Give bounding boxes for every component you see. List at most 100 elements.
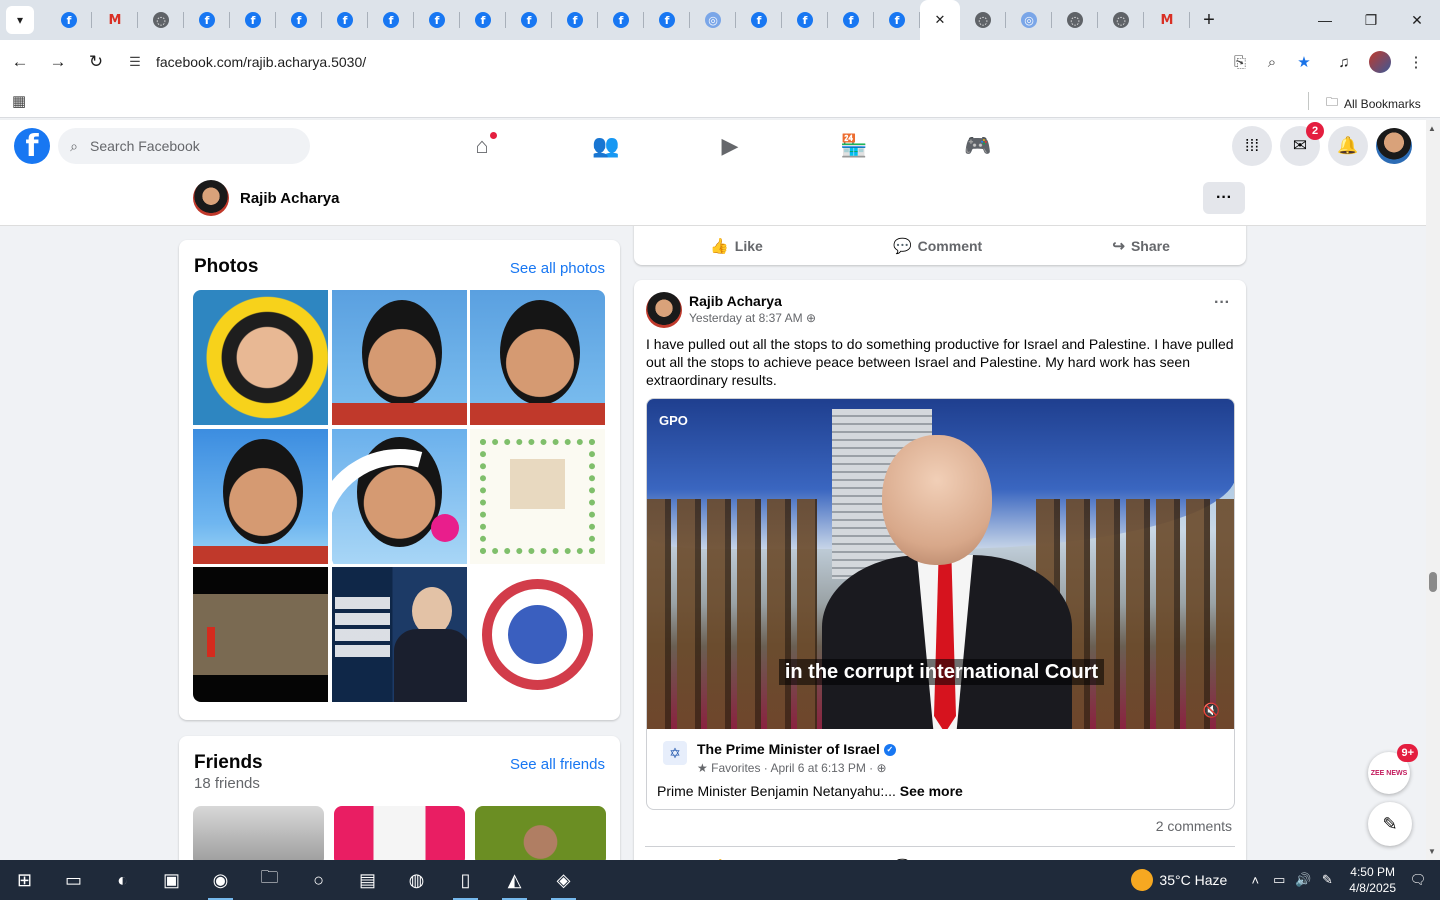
weather-widget[interactable]: 35°C Haze [1131, 869, 1227, 891]
new-message-button[interactable]: ✎ [1368, 802, 1412, 846]
menu-grid-button[interactable]: ⁞⁞⁞ [1232, 126, 1272, 166]
marketplace-icon[interactable]: 🏪 [792, 120, 916, 172]
chrome-icon[interactable]: ◍ [392, 860, 441, 900]
scroll-thumb[interactable] [1429, 572, 1437, 592]
photo-thumbnail[interactable] [470, 429, 605, 564]
address-bar[interactable]: ☰ facebook.com/rajib.acharya.5030/ ⎘ ⌕ ★ [120, 46, 1320, 78]
photo-thumbnail[interactable] [193, 290, 328, 425]
close-window-button[interactable]: ✕ [1394, 0, 1440, 40]
photo-thumbnail[interactable] [193, 429, 328, 564]
notifications-button[interactable]: 🔔 [1328, 126, 1368, 166]
friend-thumbnail[interactable] [475, 806, 606, 860]
post-author-avatar[interactable] [646, 292, 682, 328]
friend-thumbnail[interactable] [334, 806, 465, 860]
browser-tab[interactable]: f [598, 0, 644, 40]
pen-icon[interactable]: ✎ [1315, 872, 1339, 888]
browser-tab[interactable]: M [1144, 0, 1190, 40]
search-box[interactable]: ⌕ Search Facebook [58, 128, 310, 164]
comments-count[interactable]: 2 comments [1156, 818, 1232, 834]
browser-tab[interactable]: ◌ [138, 0, 184, 40]
browser-tab[interactable]: f [782, 0, 828, 40]
maximize-button[interactable]: ❐ [1348, 0, 1394, 40]
browser-tab[interactable]: f [230, 0, 276, 40]
browser-tab[interactable]: f [414, 0, 460, 40]
source-page-logo[interactable]: ✡ [663, 741, 687, 765]
video-player[interactable]: GPO in the corrupt international Court 🔇 [647, 399, 1234, 729]
url-text[interactable]: facebook.com/rajib.acharya.5030/ [156, 54, 366, 70]
friends-icon[interactable]: 👥 [544, 120, 668, 172]
like-button[interactable]: 👍 Like [710, 237, 763, 255]
comment-button[interactable]: 💬 Comment [893, 237, 982, 255]
notifications-icon[interactable]: 🗨 [1406, 872, 1430, 888]
browser-tab[interactable]: f [552, 0, 598, 40]
copilot-icon[interactable]: ◐ [98, 860, 147, 900]
browser-tab[interactable]: ◌ [1098, 0, 1144, 40]
firefox-icon[interactable]: ◉ [196, 860, 245, 900]
photo-thumbnail[interactable] [193, 567, 328, 702]
browser-tab[interactable]: ◎ [1006, 0, 1052, 40]
store-icon[interactable]: ▤ [343, 860, 392, 900]
see-more-link[interactable]: See more [900, 783, 963, 799]
post-timestamp[interactable]: Yesterday at 8:37 AM ⊕ [689, 311, 816, 325]
profile-name[interactable]: Rajib Acharya [240, 190, 340, 207]
browser-tab[interactable]: f [874, 0, 920, 40]
facebook-logo[interactable]: f [14, 128, 50, 164]
media-control-icon[interactable]: ♫ [1326, 44, 1362, 80]
browser-tab[interactable]: f [506, 0, 552, 40]
friend-thumbnail[interactable] [193, 806, 324, 860]
browser-tab[interactable]: f [276, 0, 322, 40]
source-page-name[interactable]: The Prime Minister of Israel ✓ [697, 741, 896, 757]
browser-tab[interactable]: M [92, 0, 138, 40]
gaming-icon[interactable]: 🎮 [916, 120, 1040, 172]
file-explorer-icon[interactable]: 🗀 [245, 860, 294, 900]
menu-icon[interactable]: ⋮ [1398, 44, 1434, 80]
browser-tab[interactable]: f [460, 0, 506, 40]
shared-post[interactable]: GPO in the corrupt international Court 🔇… [646, 398, 1235, 810]
app-running-icon[interactable]: ◈ [539, 860, 588, 900]
profile-more-button[interactable]: ··· [1203, 182, 1245, 214]
tab-search-button[interactable]: ▾ [6, 6, 34, 34]
forward-button[interactable]: → [40, 44, 76, 80]
site-info-icon[interactable]: ☰ [120, 54, 150, 70]
profile-avatar[interactable] [193, 180, 229, 216]
browser-tab[interactable]: ◌ [1052, 0, 1098, 40]
browser-tab[interactable]: f [46, 0, 92, 40]
photo-thumbnail[interactable] [470, 290, 605, 425]
browser-tab[interactable]: f [736, 0, 782, 40]
scroll-down-icon[interactable]: ▼ [1428, 847, 1436, 856]
volume-icon[interactable]: 🔊 [1291, 872, 1315, 888]
profile-button[interactable] [1362, 44, 1398, 80]
page-scrollbar[interactable]: ▲ ▼ [1426, 120, 1440, 860]
reload-button[interactable]: ↻ [78, 44, 114, 80]
browser-tab[interactable]: f [368, 0, 414, 40]
video-icon[interactable]: ▶ [668, 120, 792, 172]
photo-thumbnail[interactable] [332, 429, 467, 564]
messenger-button[interactable]: ✉ 2 [1280, 122, 1324, 166]
post-author-name[interactable]: Rajib Acharya [689, 293, 782, 309]
browser-tab[interactable]: ◎ [690, 0, 736, 40]
bookmark-star-icon[interactable]: ★ [1288, 53, 1320, 71]
photos-app-icon[interactable]: ◭ [490, 860, 539, 900]
task-view-icon[interactable]: ▭ [49, 860, 98, 900]
new-tab-button[interactable]: + [1194, 5, 1224, 35]
browser-tab[interactable]: f [184, 0, 230, 40]
browser-tab[interactable]: f [828, 0, 874, 40]
photo-thumbnail[interactable] [332, 567, 467, 702]
minimize-button[interactable]: — [1302, 0, 1348, 40]
opera-icon[interactable]: ○ [294, 860, 343, 900]
share-button[interactable]: ↪ Share [1112, 237, 1170, 255]
see-all-photos-link[interactable]: See all photos [510, 260, 605, 277]
home-icon[interactable]: ⌂ [420, 120, 544, 172]
browser-tab-active[interactable]: ✕ [920, 0, 960, 40]
apps-grid-icon[interactable]: ▦ [12, 92, 26, 110]
photo-thumbnail[interactable] [332, 290, 467, 425]
zee-news-bubble[interactable]: ZEE NEWS 9+ [1368, 744, 1418, 794]
scroll-up-icon[interactable]: ▲ [1428, 124, 1436, 133]
zoom-icon[interactable]: ⌕ [1256, 54, 1288, 71]
search-input[interactable]: Search Facebook [90, 138, 200, 154]
notepad-icon[interactable]: ▯ [441, 860, 490, 900]
back-button[interactable]: ← [2, 44, 38, 80]
clock[interactable]: 4:50 PM 4/8/2025 [1349, 864, 1396, 896]
photo-thumbnail[interactable] [470, 567, 605, 702]
mute-icon[interactable]: 🔇 [1203, 702, 1220, 719]
